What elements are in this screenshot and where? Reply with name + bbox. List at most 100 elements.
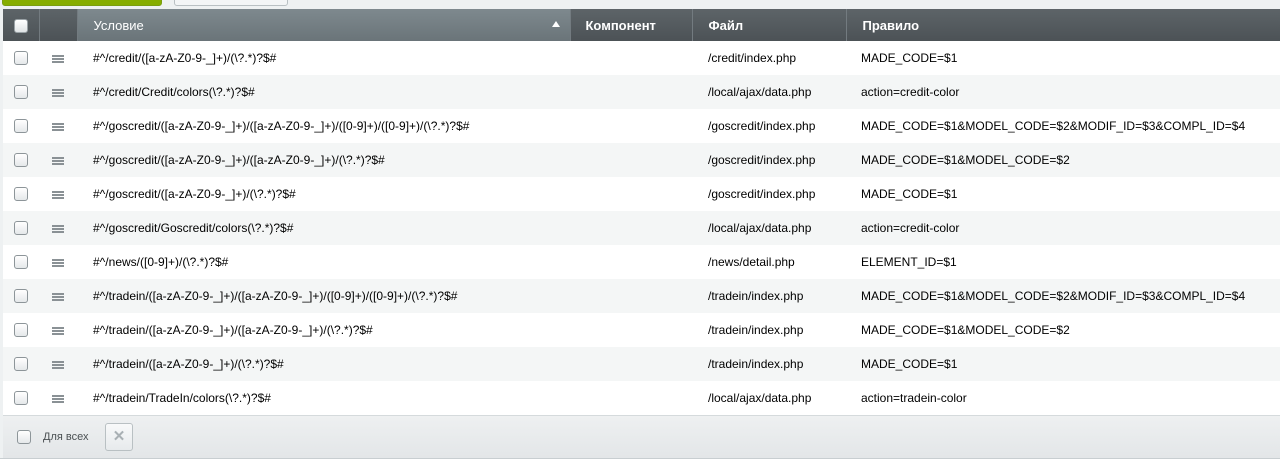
- row-drag-cell[interactable]: [39, 347, 77, 381]
- cell-condition: #^/tradein/([a-zA-Z0-9-_]+)/([a-zA-Z0-9-…: [77, 279, 570, 313]
- row-checkbox[interactable]: [14, 323, 28, 338]
- drag-handle-icon[interactable]: [52, 54, 64, 63]
- row-select-cell[interactable]: [3, 211, 39, 245]
- cell-component: [570, 75, 692, 109]
- drag-handle-icon[interactable]: [52, 360, 64, 369]
- row-drag-cell[interactable]: [39, 245, 77, 279]
- cell-file: /credit/index.php: [692, 41, 846, 75]
- row-drag-cell[interactable]: [39, 313, 77, 347]
- table-row[interactable]: #^/tradein/([a-zA-Z0-9-_]+)/(\?.*)?$# /t…: [3, 347, 1280, 381]
- cell-rule: MADE_CODE=$1: [846, 177, 1280, 211]
- for-all-checkbox[interactable]: [17, 430, 31, 444]
- row-drag-cell[interactable]: [39, 211, 77, 245]
- row-select-cell[interactable]: [3, 109, 39, 143]
- row-checkbox[interactable]: [14, 119, 28, 134]
- cell-file: /local/ajax/data.php: [692, 211, 846, 245]
- cell-condition: #^/credit/([a-zA-Z0-9-_]+)/(\?.*)?$#: [77, 41, 570, 75]
- cell-file: /local/ajax/data.php: [692, 381, 846, 415]
- cell-rule: MADE_CODE=$1&MODEL_CODE=$2: [846, 313, 1280, 347]
- cell-component: [570, 245, 692, 279]
- row-checkbox[interactable]: [14, 357, 28, 372]
- row-select-cell[interactable]: [3, 177, 39, 211]
- column-header-component[interactable]: Компонент: [570, 9, 693, 41]
- drag-handle-icon[interactable]: [52, 224, 64, 233]
- column-header-condition-label: Условие: [93, 17, 144, 33]
- row-select-cell[interactable]: [3, 279, 39, 313]
- cell-rule: MADE_CODE=$1&MODEL_CODE=$2&MODIF_ID=$3&C…: [846, 109, 1280, 143]
- cell-component: [570, 143, 692, 177]
- table-row[interactable]: #^/goscredit/([a-zA-Z0-9-_]+)/([a-zA-Z0-…: [3, 143, 1280, 177]
- cell-rule: MADE_CODE=$1&MODEL_CODE=$2: [846, 143, 1280, 177]
- row-checkbox[interactable]: [14, 221, 28, 236]
- column-header-condition[interactable]: Условие: [77, 9, 571, 41]
- table-row[interactable]: #^/credit/Credit/colors(\?.*)?$# /local/…: [3, 75, 1280, 109]
- sort-ascending-icon: [551, 21, 560, 27]
- row-drag-cell[interactable]: [39, 381, 77, 415]
- cell-condition: #^/goscredit/Goscredit/colors(\?.*)?$#: [77, 211, 570, 245]
- row-checkbox[interactable]: [14, 51, 28, 66]
- row-select-cell[interactable]: [3, 381, 39, 415]
- drag-handle-icon[interactable]: [52, 258, 64, 267]
- table-row[interactable]: #^/news/([0-9]+)/(\?.*)?$# /news/detail.…: [3, 245, 1280, 279]
- table-row[interactable]: #^/tradein/([a-zA-Z0-9-_]+)/([a-zA-Z0-9-…: [3, 279, 1280, 313]
- row-checkbox[interactable]: [14, 187, 28, 202]
- row-checkbox[interactable]: [14, 289, 28, 304]
- row-checkbox[interactable]: [14, 153, 28, 168]
- cell-condition: #^/news/([0-9]+)/(\?.*)?$#: [77, 245, 570, 279]
- table-row[interactable]: #^/credit/([a-zA-Z0-9-_]+)/(\?.*)?$# /cr…: [3, 41, 1280, 75]
- row-drag-cell[interactable]: [39, 279, 77, 313]
- select-all-checkbox[interactable]: [13, 18, 28, 33]
- row-select-cell[interactable]: [3, 347, 39, 381]
- row-checkbox[interactable]: [14, 255, 28, 270]
- cell-file: /tradein/index.php: [692, 347, 846, 381]
- header-drag-column: [39, 9, 78, 41]
- row-drag-cell[interactable]: [39, 75, 77, 109]
- row-select-cell[interactable]: [3, 313, 39, 347]
- row-select-cell[interactable]: [3, 245, 39, 279]
- drag-handle-icon[interactable]: [52, 326, 64, 335]
- cell-rule: action=credit-color: [846, 211, 1280, 245]
- column-header-rule[interactable]: Правило: [846, 9, 1280, 41]
- add-button[interactable]: [2, 0, 162, 6]
- table-footer: Для всех ✕: [3, 415, 1280, 458]
- cell-condition: #^/goscredit/([a-zA-Z0-9-_]+)/(\?.*)?$#: [77, 177, 570, 211]
- cell-condition: #^/goscredit/([a-zA-Z0-9-_]+)/([a-zA-Z0-…: [77, 143, 570, 177]
- cell-condition: #^/tradein/TradeIn/colors(\?.*)?$#: [77, 381, 570, 415]
- drag-handle-icon[interactable]: [52, 292, 64, 301]
- table-row[interactable]: #^/goscredit/([a-zA-Z0-9-_]+)/([a-zA-Z0-…: [3, 109, 1280, 143]
- header-select-all[interactable]: [3, 9, 40, 41]
- row-checkbox[interactable]: [14, 391, 28, 406]
- column-header-file[interactable]: Файл: [692, 9, 847, 41]
- drag-handle-icon[interactable]: [52, 88, 64, 97]
- drag-handle-icon[interactable]: [52, 190, 64, 199]
- cell-rule: MADE_CODE=$1: [846, 41, 1280, 75]
- table-row[interactable]: #^/goscredit/Goscredit/colors(\?.*)?$# /…: [3, 211, 1280, 245]
- cell-component: [570, 109, 692, 143]
- table-row[interactable]: #^/goscredit/([a-zA-Z0-9-_]+)/(\?.*)?$# …: [3, 177, 1280, 211]
- cell-file: /goscredit/index.php: [692, 143, 846, 177]
- row-drag-cell[interactable]: [39, 143, 77, 177]
- delete-button[interactable]: ✕: [105, 423, 133, 451]
- table-row[interactable]: #^/tradein/([a-zA-Z0-9-_]+)/([a-zA-Z0-9-…: [3, 313, 1280, 347]
- cell-component: [570, 211, 692, 245]
- drag-handle-icon[interactable]: [52, 122, 64, 131]
- row-select-cell[interactable]: [3, 75, 39, 109]
- cell-rule: ELEMENT_ID=$1: [846, 245, 1280, 279]
- cell-condition: #^/tradein/([a-zA-Z0-9-_]+)/([a-zA-Z0-9-…: [77, 313, 570, 347]
- drag-handle-icon[interactable]: [52, 394, 64, 403]
- cell-condition: #^/goscredit/([a-zA-Z0-9-_]+)/([a-zA-Z0-…: [77, 109, 570, 143]
- row-select-cell[interactable]: [3, 41, 39, 75]
- secondary-button[interactable]: [174, 0, 288, 6]
- cell-rule: MADE_CODE=$1&MODEL_CODE=$2&MODIF_ID=$3&C…: [846, 279, 1280, 313]
- cell-component: [570, 313, 692, 347]
- cell-file: /tradein/index.php: [692, 313, 846, 347]
- row-drag-cell[interactable]: [39, 109, 77, 143]
- cell-rule: action=credit-color: [846, 75, 1280, 109]
- row-select-cell[interactable]: [3, 143, 39, 177]
- table-row[interactable]: #^/tradein/TradeIn/colors(\?.*)?$# /loca…: [3, 381, 1280, 415]
- row-drag-cell[interactable]: [39, 41, 77, 75]
- row-drag-cell[interactable]: [39, 177, 77, 211]
- row-checkbox[interactable]: [14, 85, 28, 100]
- drag-handle-icon[interactable]: [52, 156, 64, 165]
- for-all-label: Для всех: [43, 431, 89, 443]
